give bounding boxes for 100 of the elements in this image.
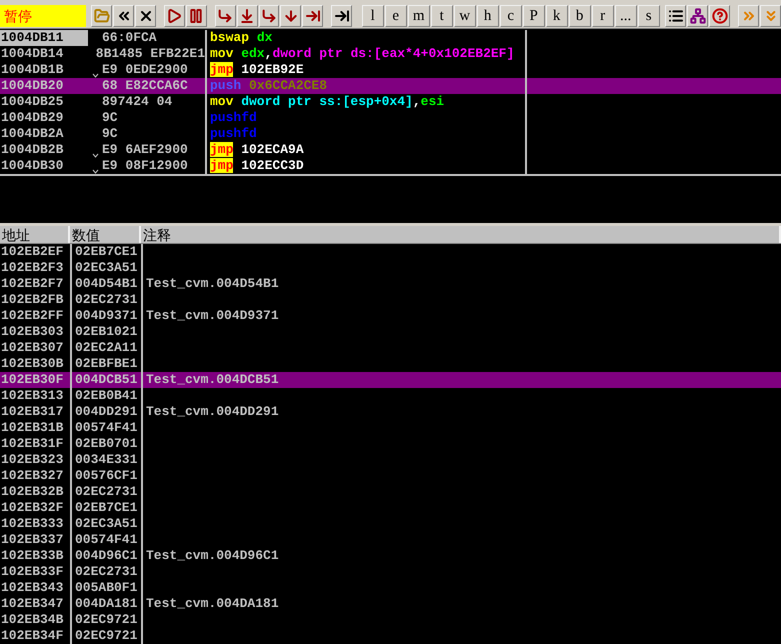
value-cell: 02EC3A51: [70, 516, 141, 532]
stack-row[interactable]: 102EB333 02EC3A51: [0, 516, 781, 532]
step-into-button[interactable]: [214, 5, 236, 28]
stack-row[interactable]: 102EB337 00574F41: [0, 532, 781, 548]
stack-row[interactable]: 102EB307 02EC2A11: [0, 340, 781, 356]
stack-row[interactable]: 102EB317 004DD291 Test_cvm.004DD291: [0, 404, 781, 420]
go-to-button[interactable]: [331, 5, 352, 28]
window-shortcut-button[interactable]: t: [430, 5, 453, 28]
address-cell-text: 102EB337: [0, 532, 64, 548]
disassembly-row[interactable]: 1004DB25 897424 04 mov dword ptr ss:[esp+0x4],esi: [0, 94, 781, 110]
window-shortcut-button[interactable]: w: [454, 5, 476, 28]
value-cell: 02EC9721: [70, 628, 141, 644]
double-down-button[interactable]: [760, 5, 781, 28]
address-cell-text: 1004DB1B: [0, 62, 64, 78]
address-cell-text: 102EB34F: [0, 628, 64, 644]
value-cell: 02EB0B41: [70, 388, 141, 404]
step-over-button[interactable]: [236, 5, 258, 28]
diagram-button[interactable]: [687, 5, 708, 28]
value-cell: 02EC2A11: [70, 340, 141, 356]
trace-into-button[interactable]: [258, 5, 280, 28]
address-cell-text: 102EB34B: [0, 612, 64, 628]
stack-row[interactable]: 102EB2F3 02EC3A51: [0, 260, 781, 276]
value-cell: 004DCB51: [70, 372, 141, 388]
address-cell-text: 1004DB2A: [0, 126, 64, 142]
stack-row[interactable]: 102EB2F7 004D54B1 Test_cvm.004D54B1: [0, 276, 781, 292]
stack-row[interactable]: 102EB30F 004DCB51 Test_cvm.004DCB51: [0, 372, 781, 388]
stack-row[interactable]: 102EB2FF 004D9371 Test_cvm.004D9371: [0, 308, 781, 324]
pause-icon: [188, 8, 204, 24]
hex-cell: E9 0EDE2900: [102, 62, 188, 78]
comment-cell: Test_cvm.004D96C1: [146, 548, 279, 563]
stack-row[interactable]: 102EB31F 02EB0701: [0, 436, 781, 452]
address-cell-text: 102EB30B: [0, 356, 64, 372]
play-button[interactable]: [164, 5, 185, 28]
window-shortcut-button[interactable]: ...: [614, 5, 637, 28]
stack-row[interactable]: 102EB343 005AB0F1: [0, 580, 781, 596]
address-cell-text: 102EB317: [0, 404, 64, 420]
address-cell-text: 1004DB20: [0, 78, 64, 94]
value-cell: 005AB0F1: [70, 580, 141, 596]
value-cell: 00574F41: [70, 420, 141, 436]
trace-over-icon: [282, 8, 299, 24]
stack-row[interactable]: 102EB33F 02EC2731: [0, 564, 781, 580]
stack-row[interactable]: 102EB31B 00574F41: [0, 420, 781, 436]
address-cell-text: 102EB2F7: [0, 276, 64, 292]
stack-row[interactable]: 102EB303 02EB1021: [0, 324, 781, 340]
step-into-icon: [217, 8, 234, 24]
value-cell: 0034E331: [70, 452, 141, 468]
address-cell-text: 102EB2EF: [0, 244, 64, 260]
disassembly-row[interactable]: 1004DB11 66:0FCA bswap dx: [0, 30, 781, 46]
trace-over-button[interactable]: [280, 5, 302, 28]
fast-forward-button[interactable]: [738, 5, 760, 28]
help-icon: [712, 8, 728, 24]
address-cell-text: 102EB33F: [0, 564, 64, 580]
address-cell-text: 1004DB30: [0, 158, 64, 174]
instruction-text: pushfd: [210, 110, 257, 126]
value-cell: 004DA181: [70, 596, 141, 612]
window-shortcut-button[interactable]: e: [384, 5, 407, 28]
stack-row[interactable]: 102EB33B 004D96C1 Test_cvm.004D96C1: [0, 548, 781, 564]
list-button[interactable]: [665, 5, 686, 28]
disassembly-row[interactable]: 1004DB29 9C pushfd: [0, 110, 781, 126]
stack-row[interactable]: 102EB327 00576CF1: [0, 468, 781, 484]
value-cell: 00576CF1: [70, 468, 141, 484]
disassembly-row[interactable]: 1004DB20 68 E82CCA6C push 0x6CCA2CE8: [0, 78, 781, 94]
stack-row[interactable]: 102EB34B 02EC9721: [0, 612, 781, 628]
value-cell: 02EC2731: [70, 292, 141, 308]
pause-button[interactable]: [186, 5, 207, 28]
window-shortcut-button[interactable]: k: [546, 5, 568, 28]
disassembly-row[interactable]: 1004DB2B E9 6AEF2900 jmp 102ECA9A: [0, 142, 781, 158]
close-button[interactable]: [135, 5, 156, 28]
value-cell: 004DD291: [70, 404, 141, 420]
address-cell-text: 1004DB29: [0, 110, 64, 126]
instruction-text: mov edx,dword ptr ds:[eax*4+0x102EB2EF]: [210, 46, 514, 62]
rewind-button[interactable]: [113, 5, 134, 28]
window-shortcut-button[interactable]: c: [500, 5, 522, 28]
stack-row[interactable]: 102EB32F 02EB7CE1: [0, 500, 781, 516]
address-cell-text: 102EB307: [0, 340, 64, 356]
window-shortcut-button[interactable]: P: [522, 5, 545, 28]
execute-till-return-button[interactable]: [302, 5, 324, 28]
stack-row[interactable]: 102EB2FB 02EC2731: [0, 292, 781, 308]
play-icon: [166, 8, 182, 24]
stack-row[interactable]: 102EB34F 02EC9721: [0, 628, 781, 644]
address-cell-text: 102EB31B: [0, 420, 64, 436]
address-cell-text: 102EB33B: [0, 548, 64, 564]
address-cell-text: 1004DB25: [0, 94, 64, 110]
window-shortcut-button[interactable]: b: [568, 5, 591, 28]
window-shortcut-button[interactable]: s: [638, 5, 660, 28]
stack-row[interactable]: 102EB323 0034E331: [0, 452, 781, 468]
trace-into-icon: [261, 8, 277, 24]
hex-cell: E9 6AEF2900: [102, 142, 188, 158]
window-shortcut-button[interactable]: h: [476, 5, 499, 28]
value-cell: 02EB0701: [70, 436, 141, 452]
window-shortcut-button[interactable]: l: [362, 5, 384, 28]
stack-row[interactable]: 102EB2EF 02EB7CE1: [0, 244, 781, 260]
instruction-text: push 0x6CCA2CE8: [210, 78, 328, 94]
stack-row[interactable]: 102EB313 02EB0B41: [0, 388, 781, 404]
stack-row[interactable]: 102EB32B 02EC2731: [0, 484, 781, 500]
help-button[interactable]: [709, 5, 730, 28]
stack-row[interactable]: 102EB347 004DA181 Test_cvm.004DA181: [0, 596, 781, 612]
window-shortcut-button[interactable]: r: [592, 5, 614, 28]
window-shortcut-button[interactable]: m: [408, 5, 430, 28]
disassembly-row[interactable]: 1004DB30 E9 08F12900 jmp 102ECC3D: [0, 158, 781, 174]
